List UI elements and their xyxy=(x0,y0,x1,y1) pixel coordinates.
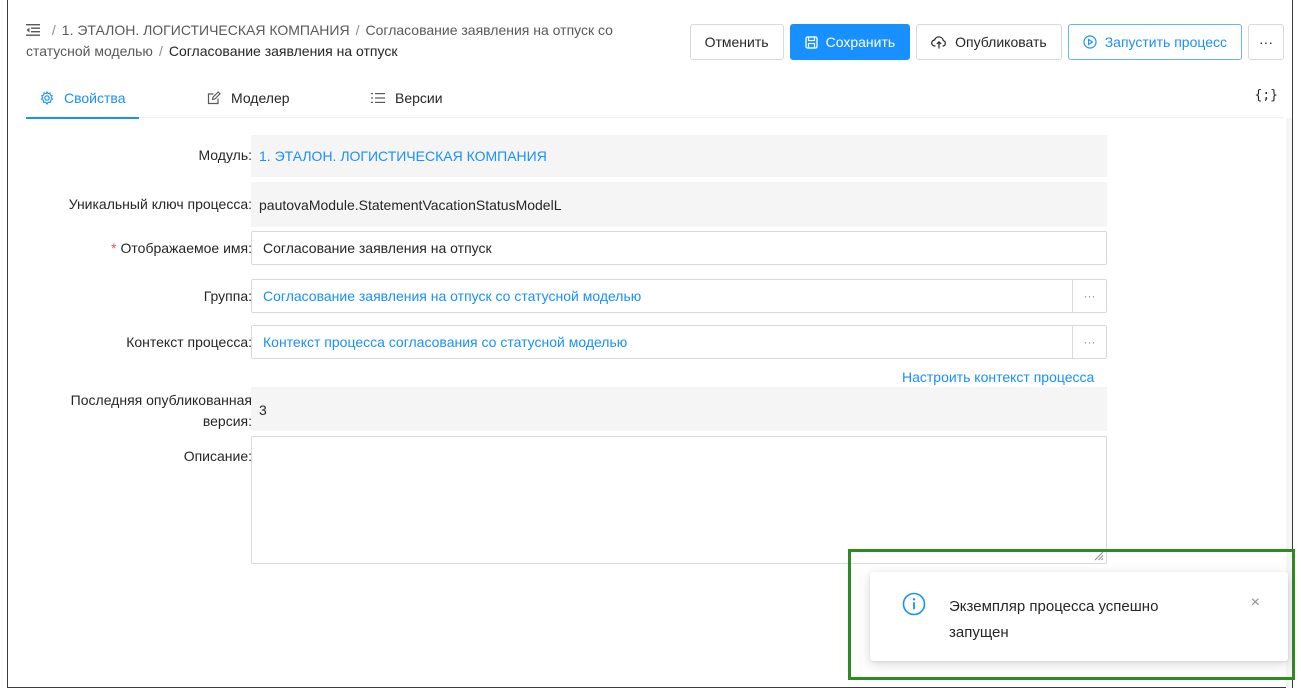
module-value-link[interactable]: 1. ЭТАЛОН. ЛОГИСТИЧЕСКАЯ КОМПАНИЯ xyxy=(251,135,1107,177)
breadcrumb-separator: / xyxy=(158,43,163,59)
save-button-label: Сохранить xyxy=(825,34,896,50)
publish-button-label: Опубликовать xyxy=(955,34,1047,50)
module-value: 1. ЭТАЛОН. ЛОГИСТИЧЕСКАЯ КОМПАНИЯ xyxy=(259,148,547,164)
start-process-button[interactable]: Запустить процесс xyxy=(1067,24,1242,60)
form-row-key: Уникальный ключ процесса: pautovaModule.… xyxy=(8,182,1108,227)
tab-properties[interactable]: Свойства xyxy=(25,78,141,119)
cancel-button[interactable]: Отменить xyxy=(689,24,784,60)
last-version-field: 3 xyxy=(251,387,1107,431)
more-icon: ··· xyxy=(1083,289,1096,303)
start-process-button-label: Запустить процесс xyxy=(1104,34,1227,50)
tab-properties-label: Свойства xyxy=(64,90,126,106)
last-version-label: Последняя опубликованная версия: xyxy=(71,390,252,432)
json-view-button[interactable]: {;} xyxy=(1255,88,1278,103)
group-value: Согласование заявления на отпуск со стат… xyxy=(263,288,642,304)
tab-modeler[interactable]: Моделер xyxy=(207,78,290,118)
group-select[interactable]: Согласование заявления на отпуск со стат… xyxy=(251,279,1107,313)
last-version-value: 3 xyxy=(259,402,267,418)
context-select[interactable]: Контекст процесса согласования со статус… xyxy=(251,325,1107,359)
tab-versions[interactable]: Версии xyxy=(371,78,443,118)
tab-bar: Свойства Моделер Версии {;} xyxy=(25,78,1284,119)
display-name-value: Согласование заявления на отпуск xyxy=(263,240,492,256)
description-label: Описание: xyxy=(183,448,252,464)
form-row-group: Группа: Согласование заявления на отпуск… xyxy=(8,279,1108,313)
list-icon xyxy=(371,93,385,103)
form-row-module: Модуль: 1. ЭТАЛОН. ЛОГИСТИЧЕСКАЯ КОМПАНИ… xyxy=(8,135,1108,177)
context-value: Контекст процесса согласования со статус… xyxy=(263,334,628,350)
breadcrumb-item-module[interactable]: 1. ЭТАЛОН. ЛОГИСТИЧЕСКАЯ КОМПАНИЯ xyxy=(62,22,350,38)
breadcrumb-separator: / xyxy=(355,22,360,38)
display-name-label: * Отображаемое имя: xyxy=(111,240,252,256)
save-button[interactable]: Сохранить xyxy=(789,24,911,60)
required-mark: * xyxy=(111,240,117,256)
tab-versions-label: Версии xyxy=(395,90,443,106)
group-label: Группа: xyxy=(203,288,252,304)
edit-icon xyxy=(207,91,221,105)
toolbar: Отменить Сохранить Опубликовать Запустит… xyxy=(689,24,1284,60)
display-name-label-text: Отображаемое имя: xyxy=(120,240,252,256)
form-row-last-version: Последняя опубликованная версия: 3 xyxy=(8,387,1108,431)
cloud-upload-icon xyxy=(931,35,947,48)
group-browse-button[interactable]: ··· xyxy=(1072,280,1106,312)
breadcrumb-separator: / xyxy=(51,22,56,38)
description-textarea[interactable] xyxy=(251,436,1107,564)
module-label: Модуль: xyxy=(198,147,252,163)
tab-modeler-label: Моделер xyxy=(231,90,290,106)
form-row-display-name: * Отображаемое имя: Согласование заявлени… xyxy=(8,231,1108,265)
publish-button[interactable]: Опубликовать xyxy=(916,24,1062,60)
display-name-input[interactable]: Согласование заявления на отпуск xyxy=(251,231,1107,265)
breadcrumb-item-current: Согласование заявления на отпуск xyxy=(168,43,398,59)
form-row-context: Контекст процесса: Контекст процесса сог… xyxy=(8,325,1108,359)
breadcrumb: / 1. ЭТАЛОН. ЛОГИСТИЧЕСКАЯ КОМПАНИЯ / Согла… xyxy=(26,20,616,62)
process-key-field: pautovaModule.StatementVacationStatusMod… xyxy=(251,182,1107,227)
configure-context-link[interactable]: Настроить контекст процесса xyxy=(902,369,1094,385)
save-icon xyxy=(804,35,818,49)
notification-toast: Экземпляр процесса успешно запущен × xyxy=(870,572,1288,661)
info-icon xyxy=(902,592,926,616)
cancel-button-label: Отменить xyxy=(704,34,769,50)
more-icon: ··· xyxy=(1259,34,1273,50)
form-row-description: Описание: xyxy=(8,436,1108,564)
more-icon: ··· xyxy=(1083,335,1096,349)
last-version-label-line1: Последняя опубликованная xyxy=(70,392,252,408)
play-circle-icon xyxy=(1083,35,1097,49)
close-icon[interactable]: × xyxy=(1251,594,1260,612)
gear-icon xyxy=(40,91,54,105)
process-key-value: pautovaModule.StatementVacationStatusMod… xyxy=(259,196,562,213)
notification-message: Экземпляр процесса успешно запущен xyxy=(949,598,1159,641)
context-browse-button[interactable]: ··· xyxy=(1072,326,1106,358)
context-label: Контекст процесса: xyxy=(126,334,252,350)
last-version-label-line2: версия: xyxy=(202,413,252,429)
menu-collapse-icon[interactable] xyxy=(26,24,40,36)
more-actions-button[interactable]: ··· xyxy=(1248,24,1284,60)
process-key-label: Уникальный ключ процесса: xyxy=(68,196,252,212)
